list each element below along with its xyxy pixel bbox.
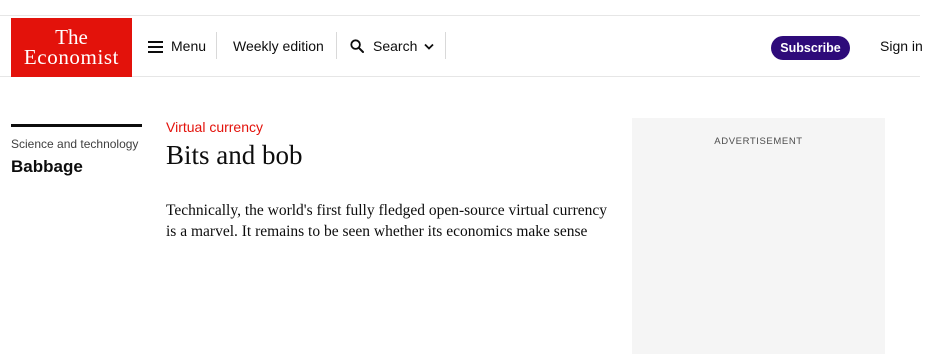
- header-divider: [336, 32, 337, 59]
- sign-in-link[interactable]: Sign in: [880, 31, 923, 61]
- menu-label: Menu: [171, 38, 207, 54]
- chevron-down-icon: [424, 43, 434, 50]
- menu-button[interactable]: Menu: [148, 31, 206, 61]
- article-headline: Bits and bob: [166, 140, 303, 170]
- section-link[interactable]: Science and technology: [11, 137, 142, 151]
- site-header: The Economist Menu Weekly edition Search…: [0, 15, 923, 77]
- article-kicker: Virtual currency: [166, 119, 264, 135]
- section-rail: Science and technology Babbage: [11, 124, 142, 177]
- header-divider: [216, 32, 217, 59]
- subscribe-button[interactable]: Subscribe: [771, 36, 850, 60]
- logo-line-2: Economist: [23, 45, 120, 69]
- column-title[interactable]: Babbage: [11, 157, 142, 177]
- article-standfirst: Technically, the world's first fully fle…: [166, 202, 608, 240]
- advertisement-label: ADVERTISEMENT: [714, 136, 803, 147]
- weekly-edition-link[interactable]: Weekly edition: [233, 31, 324, 61]
- search-label: Search: [373, 38, 418, 54]
- economist-logo[interactable]: The Economist: [11, 18, 132, 77]
- search-icon: [350, 39, 364, 53]
- hamburger-icon: [148, 40, 163, 53]
- header-divider: [445, 32, 446, 59]
- advertisement-slot: ADVERTISEMENT: [632, 118, 885, 354]
- search-button[interactable]: Search: [350, 31, 434, 61]
